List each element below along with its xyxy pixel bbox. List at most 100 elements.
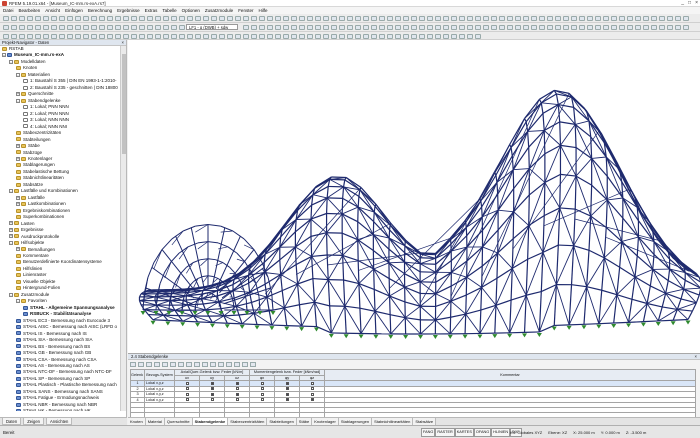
- checkbox[interactable]: [260, 398, 264, 401]
- structure-member[interactable]: [495, 278, 498, 306]
- structure-member[interactable]: [284, 304, 300, 309]
- toolbar-button[interactable]: [403, 25, 409, 30]
- toolbar-button[interactable]: [131, 16, 137, 21]
- toolbar-button[interactable]: [163, 16, 169, 21]
- toolbar-button[interactable]: [147, 25, 153, 30]
- toolbar-button[interactable]: [19, 25, 25, 30]
- support-icon[interactable]: [640, 322, 646, 327]
- structure-member[interactable]: [673, 318, 689, 321]
- structure-member[interactable]: [388, 296, 391, 315]
- structure-member[interactable]: [330, 306, 346, 334]
- structure-member[interactable]: [280, 274, 298, 285]
- expand-icon[interactable]: +: [9, 221, 13, 226]
- toolbar-button[interactable]: [283, 16, 289, 21]
- structure-member[interactable]: [192, 259, 201, 264]
- structure-member[interactable]: [662, 306, 678, 311]
- toolbar-button[interactable]: [371, 25, 377, 30]
- toolbar-button[interactable]: [27, 25, 33, 30]
- structure-member[interactable]: [314, 301, 330, 307]
- toolbar-button[interactable]: [411, 25, 417, 30]
- structure-member[interactable]: [374, 311, 377, 334]
- toolbar-button[interactable]: [427, 34, 433, 39]
- toolbar-button[interactable]: [395, 25, 401, 30]
- checkbox[interactable]: [310, 398, 314, 401]
- toolbar-button[interactable]: [219, 16, 225, 21]
- panel-tool-button[interactable]: [202, 361, 208, 367]
- toolbar-button[interactable]: [547, 25, 553, 30]
- structure-member[interactable]: [495, 305, 511, 334]
- support-icon[interactable]: [373, 334, 379, 339]
- structure-member[interactable]: [544, 173, 561, 183]
- toolbar-button[interactable]: [603, 25, 609, 30]
- toolbar-button[interactable]: [139, 16, 145, 21]
- toolbar-button[interactable]: [75, 16, 81, 21]
- toolbar-button[interactable]: [211, 16, 217, 21]
- toolbar-button[interactable]: [595, 16, 601, 21]
- toolbar-button[interactable]: [659, 16, 665, 21]
- structure-member[interactable]: [220, 230, 233, 233]
- structure-member[interactable]: [511, 268, 527, 296]
- structure-member[interactable]: [513, 168, 530, 189]
- structure-member[interactable]: [658, 319, 674, 322]
- toolbar-button[interactable]: [35, 25, 41, 30]
- toolbar-button[interactable]: [51, 34, 57, 39]
- structure-member[interactable]: [190, 227, 205, 287]
- panel-tool-button[interactable]: [242, 361, 248, 367]
- structure-member[interactable]: [294, 219, 297, 232]
- structure-member[interactable]: [525, 259, 529, 296]
- structure-member[interactable]: [665, 288, 684, 294]
- structure-member[interactable]: [509, 295, 527, 333]
- toolbar-button[interactable]: [323, 34, 329, 39]
- toolbar-button[interactable]: [171, 34, 177, 39]
- structure-member[interactable]: [479, 310, 482, 334]
- structure-member[interactable]: [187, 242, 199, 248]
- toolbar-button[interactable]: [307, 34, 313, 39]
- structure-graphic[interactable]: [128, 40, 700, 353]
- structure-member[interactable]: [311, 256, 329, 280]
- navigator-tab[interactable]: Daten: [2, 418, 22, 425]
- structure-member[interactable]: [299, 301, 315, 306]
- toolbar-button[interactable]: [355, 34, 361, 39]
- close-icon[interactable]: ×: [695, 354, 697, 360]
- structure-member[interactable]: [310, 205, 313, 220]
- structure-member[interactable]: [683, 287, 700, 290]
- support-icon[interactable]: [403, 334, 409, 339]
- toolbar-button[interactable]: [667, 25, 673, 30]
- toolbar-button[interactable]: [643, 16, 649, 21]
- structure-member[interactable]: [598, 290, 603, 324]
- structure-member[interactable]: [543, 130, 561, 146]
- collapse-icon[interactable]: -: [9, 240, 13, 245]
- structure-member[interactable]: [497, 188, 515, 211]
- toolbar-button[interactable]: [475, 34, 481, 39]
- structure-member[interactable]: [619, 266, 636, 278]
- toolbar-button[interactable]: [379, 16, 385, 21]
- structure-member[interactable]: [419, 281, 436, 295]
- structure-member[interactable]: [326, 186, 329, 198]
- structure-member[interactable]: [513, 168, 530, 171]
- toolbar-button[interactable]: [251, 25, 257, 30]
- toolbar-button[interactable]: [443, 16, 449, 21]
- structure-member[interactable]: [232, 230, 245, 240]
- toolbar-button[interactable]: [35, 16, 41, 21]
- toolbar-button[interactable]: [555, 16, 561, 21]
- toolbar-button[interactable]: [571, 16, 577, 21]
- toolbar-button[interactable]: [467, 16, 473, 21]
- toolbar-button[interactable]: [675, 25, 681, 30]
- toolbar-button[interactable]: [491, 25, 497, 30]
- structure-member[interactable]: [341, 206, 359, 215]
- structure-member[interactable]: [314, 279, 329, 303]
- toolbar-button[interactable]: [331, 34, 337, 39]
- toolbar-button[interactable]: [387, 34, 393, 39]
- structure-member[interactable]: [573, 245, 590, 251]
- structure-member[interactable]: [326, 186, 344, 199]
- structure-member[interactable]: [573, 215, 592, 246]
- toolbar-button[interactable]: [219, 34, 225, 39]
- toolbar-button[interactable]: [179, 16, 185, 21]
- expand-icon[interactable]: +: [16, 195, 20, 200]
- structure-member[interactable]: [281, 290, 285, 308]
- structure-member[interactable]: [571, 284, 587, 288]
- sheet-tab[interactable]: Material: [145, 418, 165, 425]
- toolbar-button[interactable]: [507, 16, 513, 21]
- structure-member[interactable]: [435, 319, 451, 335]
- structure-member[interactable]: [590, 136, 593, 159]
